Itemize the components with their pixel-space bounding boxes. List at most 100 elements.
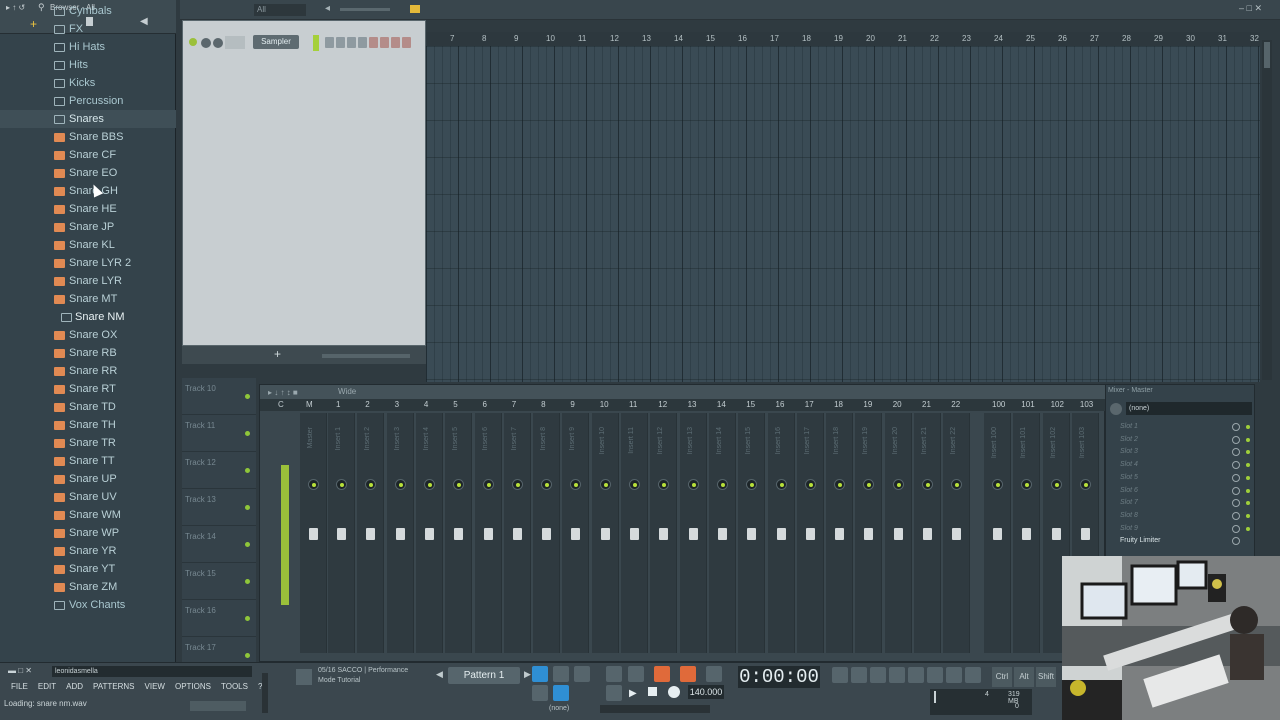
mixer-insert-strip[interactable]: Insert 13 bbox=[679, 413, 707, 653]
menu-item[interactable]: EDIT bbox=[33, 679, 61, 694]
menu-item[interactable]: OPTIONS bbox=[170, 679, 216, 694]
tempo-display[interactable]: 140.000 bbox=[688, 685, 724, 699]
pan-knob[interactable] bbox=[423, 479, 435, 490]
mixer-insert-strip[interactable]: Insert 3 bbox=[386, 413, 414, 653]
playback-position-slider[interactable] bbox=[600, 705, 710, 713]
browser-folder-item[interactable]: Snares bbox=[0, 110, 176, 128]
browser-file-item[interactable]: Snare RT bbox=[0, 380, 176, 398]
mixer-insert-strip[interactable]: Insert 9 bbox=[562, 413, 590, 653]
loop-icon[interactable] bbox=[606, 685, 622, 701]
browser-folder-item[interactable]: FX bbox=[0, 20, 176, 38]
mixer-insert-strip[interactable]: Insert 5 bbox=[445, 413, 473, 653]
modifier-key[interactable]: Alt bbox=[1014, 667, 1034, 687]
browser-file-item[interactable]: Snare LYR 2 bbox=[0, 254, 176, 272]
volume-fader[interactable] bbox=[1022, 528, 1032, 540]
browser-folder-item[interactable]: Vox Chants bbox=[0, 596, 176, 614]
volume-fader[interactable] bbox=[835, 528, 845, 540]
pan-knob[interactable] bbox=[922, 479, 933, 490]
mix-level-knob[interactable] bbox=[1232, 473, 1240, 482]
volume-fader[interactable] bbox=[993, 528, 1002, 540]
pattern-prev-icon[interactable]: ◀ bbox=[436, 669, 443, 680]
browser-file-item[interactable]: Snare YT bbox=[0, 560, 176, 578]
volume-fader[interactable] bbox=[571, 528, 581, 540]
link-tool-icon[interactable] bbox=[553, 685, 569, 701]
effect-slot[interactable]: Slot 6 bbox=[1112, 485, 1252, 497]
slot-enable-led[interactable] bbox=[1246, 450, 1250, 455]
preset-select[interactable]: (none) bbox=[1126, 402, 1252, 415]
volume-fader[interactable] bbox=[309, 528, 318, 540]
step-button[interactable] bbox=[402, 37, 411, 48]
mixer-insert-strip[interactable]: Insert 2 bbox=[357, 413, 385, 653]
playlist-track-header[interactable]: Track 14 bbox=[182, 526, 256, 563]
volume-fader[interactable] bbox=[952, 528, 962, 540]
browser-file-item[interactable]: Snare HE bbox=[0, 200, 176, 218]
pan-knob[interactable] bbox=[308, 479, 319, 490]
channel-mixer-track[interactable] bbox=[225, 36, 245, 49]
slot-enable-led[interactable] bbox=[1246, 501, 1250, 506]
song-mode-button[interactable] bbox=[553, 666, 569, 682]
menu-item[interactable]: VIEW bbox=[140, 679, 170, 694]
slot-enable-led[interactable] bbox=[1246, 488, 1250, 493]
volume-fader[interactable] bbox=[424, 528, 434, 540]
volume-fader[interactable] bbox=[805, 528, 815, 540]
master-volume-slider[interactable] bbox=[340, 8, 390, 11]
pan-knob[interactable] bbox=[687, 479, 699, 490]
browser-file-item[interactable]: Snare YR bbox=[0, 542, 176, 560]
track-enable-led[interactable] bbox=[245, 394, 250, 399]
channel-volume-knob[interactable] bbox=[213, 38, 223, 48]
volume-fader[interactable] bbox=[483, 528, 493, 540]
pan-knob[interactable] bbox=[1021, 479, 1033, 490]
mix-level-knob[interactable] bbox=[1232, 524, 1240, 533]
browser-file-item[interactable]: Snare WP bbox=[0, 524, 176, 542]
track-enable-led[interactable] bbox=[245, 653, 250, 658]
volume-fader[interactable] bbox=[747, 528, 757, 540]
mix-level-knob[interactable] bbox=[1232, 461, 1240, 470]
loop-record-icon[interactable] bbox=[706, 666, 722, 682]
volume-fader[interactable] bbox=[512, 528, 522, 540]
browser-file-item[interactable]: Snare GH bbox=[0, 182, 176, 200]
pan-knob[interactable] bbox=[892, 479, 904, 490]
slot-enable-led[interactable] bbox=[1246, 425, 1250, 429]
window-buttons[interactable]: ▬ □ ✕ bbox=[8, 666, 32, 675]
mixer-insert-strip[interactable]: Insert 1 bbox=[328, 413, 355, 653]
mixer-insert-strip[interactable]: Insert 100 bbox=[984, 413, 1011, 653]
mixer-toolbar-icons[interactable]: ▸ ↓ ↑ ↕ ■ bbox=[268, 386, 298, 400]
browser-folder-item[interactable]: Cymbals bbox=[0, 2, 176, 20]
piano-roll-icon[interactable] bbox=[851, 667, 867, 683]
pan-knob[interactable] bbox=[746, 479, 758, 490]
track-enable-led[interactable] bbox=[245, 579, 250, 584]
volume-fader[interactable] bbox=[630, 528, 639, 540]
mixer-insert-strip[interactable]: Insert 6 bbox=[474, 413, 502, 653]
play-button[interactable]: ▶ bbox=[629, 688, 637, 699]
step-button[interactable] bbox=[358, 37, 367, 48]
pan-knob[interactable] bbox=[365, 479, 377, 490]
channel-rack-icon[interactable] bbox=[870, 667, 886, 683]
browser-file-item[interactable]: Snare KL bbox=[0, 236, 176, 254]
step-edit-icon[interactable] bbox=[680, 666, 696, 682]
browser-file-item[interactable]: Snare ZM bbox=[0, 578, 176, 596]
volume-fader[interactable] bbox=[923, 528, 932, 540]
mixer-insert-strip[interactable]: Insert 17 bbox=[796, 413, 824, 653]
master-pitch-slider[interactable] bbox=[262, 673, 268, 713]
mixer-icon[interactable] bbox=[889, 667, 905, 683]
pan-knob[interactable] bbox=[716, 479, 728, 490]
menu-item[interactable]: TOOLS bbox=[216, 679, 253, 694]
track-enable-led[interactable] bbox=[245, 431, 250, 436]
volume-fader[interactable] bbox=[688, 528, 698, 540]
volume-fader[interactable] bbox=[366, 528, 376, 540]
pan-knob[interactable] bbox=[1050, 479, 1062, 490]
step-button[interactable] bbox=[380, 37, 389, 48]
playlist-track-header[interactable]: Track 13 bbox=[182, 489, 256, 526]
mix-level-knob[interactable] bbox=[1232, 435, 1240, 444]
stop-button[interactable] bbox=[648, 687, 657, 696]
volume-icon[interactable]: ◂ bbox=[325, 3, 330, 14]
effect-slot[interactable]: Slot 9 bbox=[1112, 523, 1252, 535]
mixer-insert-strip[interactable]: Insert 101 bbox=[1013, 413, 1041, 653]
wait-input-icon[interactable] bbox=[628, 666, 644, 682]
browser-file-item[interactable]: Snare TH bbox=[0, 416, 176, 434]
mixer-insert-strip[interactable]: Insert 11 bbox=[621, 413, 648, 653]
volume-fader[interactable] bbox=[659, 528, 669, 540]
pan-knob[interactable] bbox=[1079, 479, 1091, 490]
channel-select-indicator[interactable] bbox=[313, 35, 319, 51]
tempo-tapper-icon[interactable] bbox=[965, 667, 981, 683]
